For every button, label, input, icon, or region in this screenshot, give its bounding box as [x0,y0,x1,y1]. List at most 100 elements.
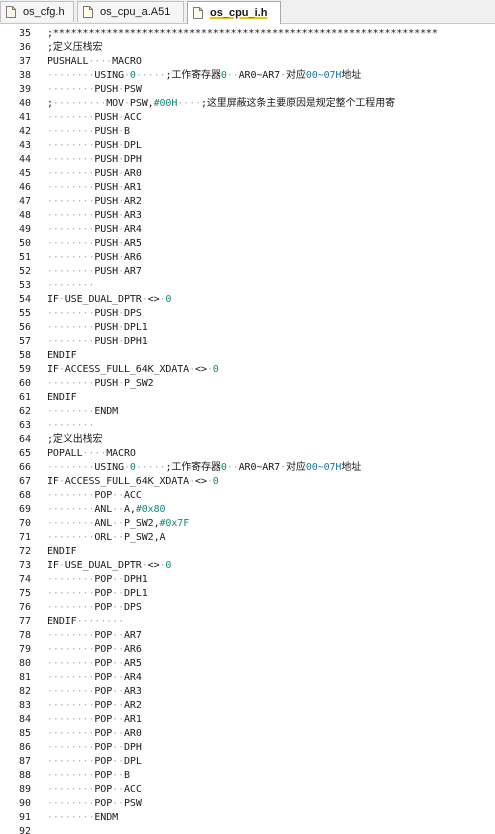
line-number: 60 [18,378,31,389]
line-number: 55 [18,308,31,319]
code-text: ········PUSH·P_SW2 [47,378,154,389]
line-number: 66 [18,462,31,473]
tab-bar: os_cfg.h os_cpu_a.A51 os_cpu_i.h [0,0,495,24]
code-text: ········USING·0·····;工作寄存器0··AR0~AR7·对应0… [47,462,362,473]
line-number: 76 [18,602,31,613]
code-text: ;***************************************… [47,28,438,39]
tab-label: os_cpu_i.h [210,7,268,19]
code-text: ;定义出栈宏 [47,434,103,445]
code-text: ········PUSH·AR2 [47,196,142,207]
code-text: ;定义压栈宏 [47,42,103,53]
code-text: ········PUSH·AR4 [47,224,142,235]
line-number: 92 [18,826,31,834]
line-number: 77 [18,616,31,627]
line-number: 53 [18,280,31,291]
code-text: ENDIF [47,392,77,403]
line-number: 61 [18,392,31,403]
code-text: ········PUSH·AR1 [47,182,142,193]
code-text: ········POP··ACC [47,784,142,795]
line-number: 64 [18,434,31,445]
code-editor[interactable]: 35 ;*************************************… [0,25,495,834]
code-text: ········ [47,420,95,431]
code-text: ········PUSH·AR3 [47,210,142,221]
line-number: 41 [18,112,31,123]
code-text: ;·········MOV·PSW,#00H····;这里屏蔽这条主要原因是规定… [47,98,395,109]
line-number: 72 [18,546,31,557]
code-text: ENDIF········ [47,616,124,627]
code-text: ········ORL··P_SW2,A [47,532,166,543]
line-number: 58 [18,350,31,361]
line-number: 91 [18,812,31,823]
tab-os-cfg-h[interactable]: os_cfg.h [0,1,74,22]
line-number: 54 [18,294,31,305]
line-number: 75 [18,588,31,599]
code-text: ········PUSH·DPH1 [47,336,148,347]
code-text: ········PUSH·DPL [47,140,142,151]
code-text: ········PUSH·AR5 [47,238,142,249]
line-number: 68 [18,490,31,501]
code-text: IF·ACCESS_FULL_64K_XDATA·<>·0 [47,476,219,487]
code-text: POPALL····MACRO [47,448,136,459]
line-number: 78 [18,630,31,641]
line-number: 89 [18,784,31,795]
code-text: ········POP··AR7 [47,630,142,641]
line-number: 52 [18,266,31,277]
line-number: 36 [18,42,31,53]
tab-os-cpu-i-h[interactable]: os_cpu_i.h [187,1,281,24]
line-number: 45 [18,168,31,179]
code-text: ········USING·0·····;工作寄存器0··AR0~AR7·对应0… [47,70,362,81]
line-number: 86 [18,742,31,753]
code-text: IF·USE_DUAL_DPTR·<>·0 [47,294,172,305]
line-number: 59 [18,364,31,375]
tab-os-cpu-a-a51[interactable]: os_cpu_a.A51 [77,1,184,22]
line-number: 38 [18,70,31,81]
tab-label: os_cpu_a.A51 [100,6,171,18]
line-number: 46 [18,182,31,193]
code-text: ········POP··DPH [47,742,142,753]
line-number: 48 [18,210,31,221]
code-text: ········POP··AR3 [47,686,142,697]
line-number: 35 [18,28,31,39]
line-number: 73 [18,560,31,571]
line-number: 84 [18,714,31,725]
line-number: 62 [18,406,31,417]
code-text: ········PUSH·AR0 [47,168,142,179]
line-number: 87 [18,756,31,767]
code-text: ········ [47,280,95,291]
code-text: IF·USE_DUAL_DPTR·<>·0 [47,560,172,571]
code-text: ········PUSH·DPH [47,154,142,165]
code-text: PUSHALL····MACRO [47,56,142,67]
line-number: 63 [18,420,31,431]
code-text: ········POP··AR6 [47,644,142,655]
line-number: 37 [18,56,31,67]
line-number: 74 [18,574,31,585]
line-number: 82 [18,686,31,697]
code-text: ········PUSH·B [47,126,130,137]
code-text: ········PUSH·ACC [47,112,142,123]
code-text: ········ANL··A,#0x80 [47,504,166,515]
code-text: ········ENDM [47,406,119,417]
code-text: ········POP··DPL1 [47,588,148,599]
code-text: ········ENDM [47,812,119,823]
line-number: 44 [18,154,31,165]
line-number: 43 [18,140,31,151]
code-text: ········POP··DPL [47,756,142,767]
file-icon [83,6,93,18]
code-text: ········POP··DPH1 [47,574,148,585]
line-number: 90 [18,798,31,809]
code-text: ········POP··AR2 [47,700,142,711]
file-icon [193,7,203,19]
code-text: ENDIF [47,350,77,361]
code-text: ········POP··PSW [47,798,142,809]
line-number: 85 [18,728,31,739]
line-number: 71 [18,532,31,543]
line-number: 51 [18,252,31,263]
code-text: ········POP··AR1 [47,714,142,725]
code-text: ········POP··AR0 [47,728,142,739]
code-text: ········PUSH·DPL1 [47,322,148,333]
line-number: 69 [18,504,31,515]
line-number: 83 [18,700,31,711]
code-text: ENDIF [47,546,77,557]
code-text: ········POP··DPS [47,602,142,613]
line-number: 40 [18,98,31,109]
